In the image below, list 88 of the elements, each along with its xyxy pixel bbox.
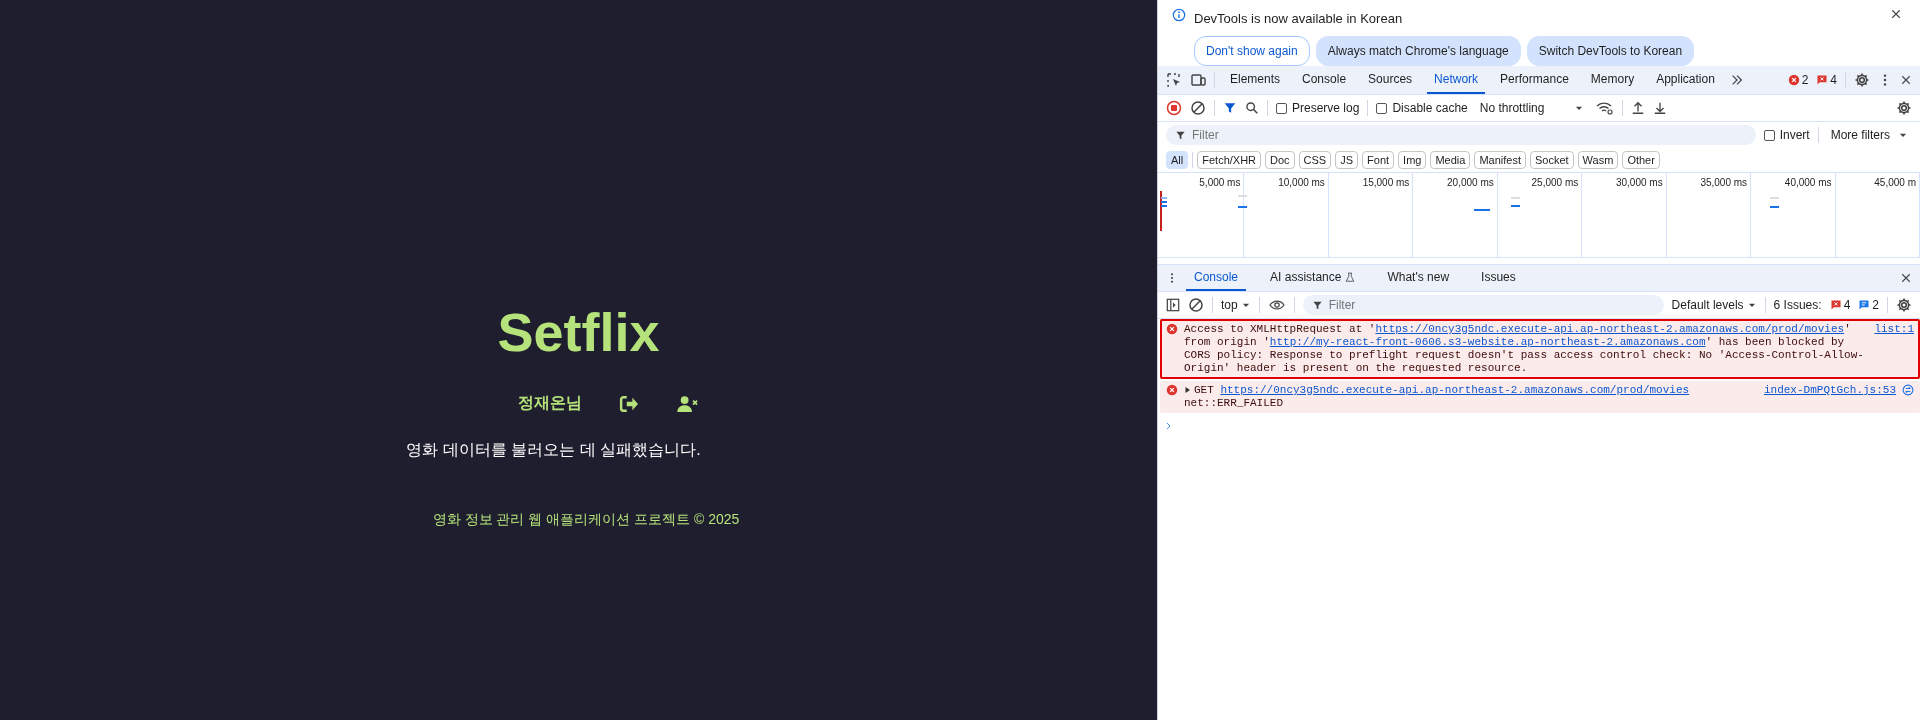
inspect-icon[interactable] [1166, 72, 1182, 88]
console-message-text: GET https://0ncy3g5ndc.execute-api.ap-northeast-2.amazonaws.com/prod/movies net::ERR_FAILED [1184, 384, 1691, 410]
panel-tab[interactable]: Memory [1583, 66, 1642, 94]
drawer-tab[interactable]: What's new [1379, 265, 1458, 291]
issue-count: 4 [1843, 298, 1851, 312]
error-icon [1166, 384, 1178, 396]
checkbox-label: Disable cache [1392, 101, 1468, 115]
type-filter-chip[interactable]: JS [1335, 151, 1359, 169]
type-filter-chip[interactable]: Font [1362, 151, 1395, 169]
message-icon [1858, 299, 1871, 311]
infobar-button[interactable]: Don't show again [1194, 35, 1310, 66]
network-request-icon [1902, 384, 1914, 396]
footer-text: 영화 정보 관리 웹 애플리케이션 프로젝트 © 2025 [432, 511, 740, 529]
url-link[interactable]: https://0ncy3g5ndc.execute-api.ap-northeast-2.amazonaws.com/prod/movies [1220, 384, 1690, 396]
info-count: 2 [1872, 298, 1879, 312]
type-filter-chip[interactable]: Media [1430, 151, 1471, 169]
log-levels-dropdown[interactable]: Default levels [1671, 298, 1757, 312]
context-dropdown[interactable]: top [1221, 298, 1251, 312]
settings-icon[interactable] [1896, 297, 1912, 313]
panel-tab[interactable]: Sources [1361, 66, 1420, 94]
timeline-tick: 30,000 ms [1582, 173, 1667, 257]
search-icon[interactable] [1245, 101, 1259, 115]
type-filter-chip[interactable]: Other [1622, 151, 1660, 169]
panel-tab[interactable]: Performance [1493, 66, 1576, 94]
device-toolbar-icon[interactable] [1190, 72, 1206, 88]
infobar-message: DevTools is now available in Korean [1194, 11, 1404, 27]
panel-tab[interactable]: Elements [1223, 66, 1288, 94]
infobar-button[interactable]: Switch DevTools to Korean [1526, 35, 1695, 66]
checkbox-label: Invert [1779, 128, 1810, 142]
clear-icon[interactable] [1188, 297, 1204, 313]
panel-tab[interactable]: Application [1649, 66, 1722, 94]
drawer-tab[interactable]: AI assistance [1262, 265, 1364, 291]
invert-checkbox[interactable] [1763, 129, 1775, 141]
issue-flag-icon [1816, 74, 1829, 86]
timeline-tick: 15,000 ms [1328, 173, 1414, 257]
type-filter-chip[interactable]: All [1166, 151, 1189, 169]
clear-icon[interactable] [1190, 100, 1206, 116]
issue-flag-icon [1829, 299, 1842, 311]
settings-icon[interactable] [1896, 100, 1912, 116]
source-link[interactable]: list:1 [1874, 323, 1914, 375]
filter-icon[interactable] [1223, 101, 1237, 115]
console-filter-field[interactable]: Filter [1302, 295, 1664, 315]
checkbox-label: Preserve log [1292, 101, 1360, 115]
app-logo: Setflix [497, 305, 660, 359]
type-filter-chip[interactable]: Fetch/XHR [1197, 151, 1262, 169]
error-message: 영화 데이터를 불러오는 데 실패했습니다. [406, 440, 701, 460]
close-icon[interactable] [1900, 272, 1912, 284]
expand-triangle-icon[interactable] [1184, 386, 1192, 395]
close-icon[interactable] [1900, 74, 1912, 86]
infobar-button[interactable]: Always match Chrome's language [1315, 35, 1521, 66]
info-icon [1172, 8, 1186, 22]
flask-icon [1345, 271, 1356, 283]
url-link[interactable]: http://my-react-front-0606.s3-website.ap-northeast-2.amazonaws.com [1269, 336, 1706, 348]
throttling-dropdown[interactable]: No throttling [1475, 99, 1589, 117]
eye-icon[interactable] [1267, 298, 1286, 312]
disable-cache-checkbox[interactable] [1376, 102, 1388, 114]
url-link[interactable]: https://0ncy3g5ndc.execute-api.ap-northeast-2.amazonaws.com/prod/movies [1375, 323, 1845, 335]
download-icon[interactable] [1653, 101, 1668, 115]
settings-icon[interactable] [1854, 72, 1870, 88]
filter-field[interactable]: Filter [1166, 125, 1756, 145]
type-filter-chip[interactable]: Socket [1529, 151, 1574, 169]
type-filter-chip[interactable]: CSS [1298, 151, 1332, 169]
preserve-log-checkbox[interactable] [1276, 102, 1287, 114]
error-icon [1787, 74, 1800, 86]
source-link[interactable]: index-DmPQtGch.js:53 [1763, 384, 1896, 410]
upload-icon[interactable] [1631, 101, 1646, 115]
timeline-tick: 35,000 ms [1666, 173, 1752, 257]
type-filter-chip[interactable]: Img [1398, 151, 1427, 169]
error-icon [1166, 323, 1178, 335]
stop-recording-icon[interactable] [1166, 100, 1182, 116]
drawer-tab[interactable]: Console [1186, 265, 1247, 291]
close-icon[interactable] [1890, 8, 1902, 20]
more-filters-dropdown[interactable]: More filters [1826, 128, 1912, 142]
issue-count: 4 [1830, 73, 1837, 87]
logout-icon[interactable] [617, 394, 640, 413]
console-message-text: Access to XMLHttpRequest at 'https://0ncy3g5ndc.execute-api.ap-northeast-2.amazonaws.com/prod/movies' from origin 'http://my-react-front-0606.s3-website.ap-northeast-2.amazonaws.com' has been blocked by CORS policy: Response to preflight request doesn't pass access control check: No 'Access-Control-Allow-Origin' header is present on the requested resource. [1184, 323, 1865, 375]
issues-label: 6 Issues: [1773, 298, 1822, 312]
error-count: 2 [1801, 73, 1809, 87]
drawer-tab[interactable]: Issues [1473, 265, 1524, 291]
type-filter-chip[interactable]: Manifest [1474, 151, 1526, 169]
timeline-tick: 45,000 m [1835, 173, 1920, 257]
type-filter-chip[interactable]: Doc [1265, 151, 1295, 169]
network-conditions-icon[interactable] [1596, 100, 1615, 116]
panel-tab[interactable]: Console [1295, 66, 1354, 94]
user-remove-icon[interactable] [675, 394, 700, 413]
type-filter-chip[interactable]: Wasm [1577, 151, 1619, 169]
user-name: 정재온님 [517, 393, 582, 413]
sidebar-icon[interactable] [1166, 298, 1180, 312]
